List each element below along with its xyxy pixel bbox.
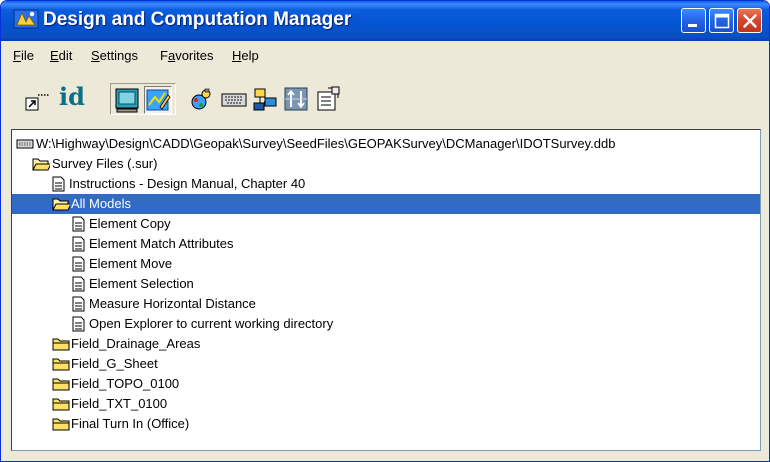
menu-edit[interactable]: Edit bbox=[50, 48, 72, 63]
tree-item[interactable]: Survey Files (.sur) bbox=[12, 154, 760, 174]
folder-closed-icon bbox=[52, 398, 70, 411]
document-icon bbox=[72, 276, 85, 292]
toolbar-pencil-chart-button[interactable] bbox=[144, 86, 172, 114]
tree-item[interactable]: Element Copy bbox=[12, 214, 760, 234]
folder-closed-icon bbox=[52, 378, 70, 391]
tree-item[interactable]: Field_G_Sheet bbox=[12, 354, 760, 374]
minimize-button[interactable] bbox=[681, 8, 706, 33]
tree-item[interactable]: Instructions - Design Manual, Chapter 40 bbox=[12, 174, 760, 194]
tree-item-label: Instructions - Design Manual, Chapter 40 bbox=[69, 176, 306, 191]
folder-open-icon bbox=[32, 158, 50, 171]
close-icon bbox=[743, 14, 757, 28]
toolbar-arrows-grid-button[interactable] bbox=[282, 85, 310, 113]
tree-item-label: Survey Files (.sur) bbox=[52, 156, 158, 171]
toolbar-id-button[interactable]: id bbox=[53, 82, 93, 113]
title-bar[interactable]: Design and Computation Manager bbox=[1, 1, 769, 41]
tree-item[interactable]: Measure Horizontal Distance bbox=[12, 294, 760, 314]
pencil-chart-icon bbox=[146, 89, 171, 111]
close-button[interactable] bbox=[737, 8, 762, 33]
toolbar-keyboard-button[interactable] bbox=[220, 85, 248, 113]
toolbar-monitor-button[interactable] bbox=[113, 86, 141, 114]
folder-closed-icon bbox=[52, 418, 70, 431]
tree-root-label: W:\Highway\Design\CADD\Geopak\Survey\See… bbox=[36, 136, 616, 151]
palette-icon bbox=[191, 88, 211, 110]
tree-item-label: Open Explorer to current working directo… bbox=[89, 316, 334, 331]
tree-item-label: Field_TXT_0100 bbox=[71, 396, 168, 411]
document-icon bbox=[52, 176, 65, 192]
tree-item[interactable]: Element Match Attributes bbox=[12, 234, 760, 254]
tree-item-label: Field_Drainage_Areas bbox=[71, 336, 201, 351]
maximize-button[interactable] bbox=[709, 8, 734, 33]
tree-item[interactable]: Open Explorer to current working directo… bbox=[12, 314, 760, 334]
tree-item-label: All Models bbox=[71, 196, 131, 211]
tree-item[interactable]: Field_Drainage_Areas bbox=[12, 334, 760, 354]
tree-item-label: Field_TOPO_0100 bbox=[71, 376, 180, 391]
tree-root[interactable]: W:\Highway\Design\CADD\Geopak\Survey\See… bbox=[12, 134, 760, 154]
keyboard-icon bbox=[221, 93, 247, 107]
id-icon: id bbox=[59, 82, 85, 111]
menu-bar: File Edit Settings Favorites Help bbox=[5, 45, 765, 67]
window-title: Design and Computation Manager bbox=[43, 9, 352, 30]
app-window: Design and Computation Manager File Edit… bbox=[0, 0, 770, 462]
menu-favorites[interactable]: Favorites bbox=[160, 48, 213, 63]
toolbar-properties-button[interactable] bbox=[314, 85, 342, 113]
tree-item-label: Field_G_Sheet bbox=[71, 356, 158, 371]
folder-open-icon bbox=[52, 198, 70, 211]
properties-icon bbox=[317, 86, 340, 111]
tree-item[interactable]: Element Move bbox=[12, 254, 760, 274]
menu-help[interactable]: Help bbox=[232, 48, 259, 63]
tree-item-label: Measure Horizontal Distance bbox=[89, 296, 256, 311]
document-icon bbox=[72, 296, 85, 312]
tree-view[interactable]: W:\Highway\Design\CADD\Geopak\Survey\See… bbox=[11, 129, 761, 451]
tree-item-label: Element Selection bbox=[89, 276, 194, 291]
tree-item-selected[interactable]: All Models bbox=[12, 194, 760, 214]
monitor-icon bbox=[115, 88, 139, 113]
tree-item[interactable]: Field_TOPO_0100 bbox=[12, 374, 760, 394]
toolbar: id bbox=[5, 71, 765, 117]
tree-item[interactable]: Element Selection bbox=[12, 274, 760, 294]
document-icon bbox=[72, 256, 85, 272]
tree-item-label: Final Turn In (Office) bbox=[71, 416, 190, 431]
tree-item-label: Element Match Attributes bbox=[89, 236, 234, 251]
shortcut-arrow-icon bbox=[25, 94, 49, 111]
folder-closed-icon bbox=[52, 358, 70, 371]
tree-item[interactable]: Final Turn In (Office) bbox=[12, 414, 760, 434]
document-icon bbox=[72, 216, 85, 232]
app-icon bbox=[13, 9, 39, 29]
tree-icon bbox=[253, 88, 277, 111]
document-icon bbox=[72, 236, 85, 252]
tree-item-label: Element Copy bbox=[89, 216, 171, 231]
database-icon bbox=[16, 139, 34, 149]
arrows-grid-icon bbox=[284, 87, 308, 111]
toolbar-palette-button[interactable] bbox=[187, 85, 215, 113]
toolbar-shortcut-button[interactable] bbox=[23, 85, 51, 113]
minimize-icon bbox=[688, 24, 697, 27]
menu-file[interactable]: File bbox=[13, 48, 34, 63]
maximize-icon bbox=[714, 13, 730, 29]
menu-settings[interactable]: Settings bbox=[91, 48, 138, 63]
tree-item-label: Element Move bbox=[89, 256, 173, 271]
folder-closed-icon bbox=[52, 338, 70, 351]
tree-item[interactable]: Field_TXT_0100 bbox=[12, 394, 760, 414]
toolbar-tree-button[interactable] bbox=[251, 85, 279, 113]
document-icon bbox=[72, 316, 85, 332]
